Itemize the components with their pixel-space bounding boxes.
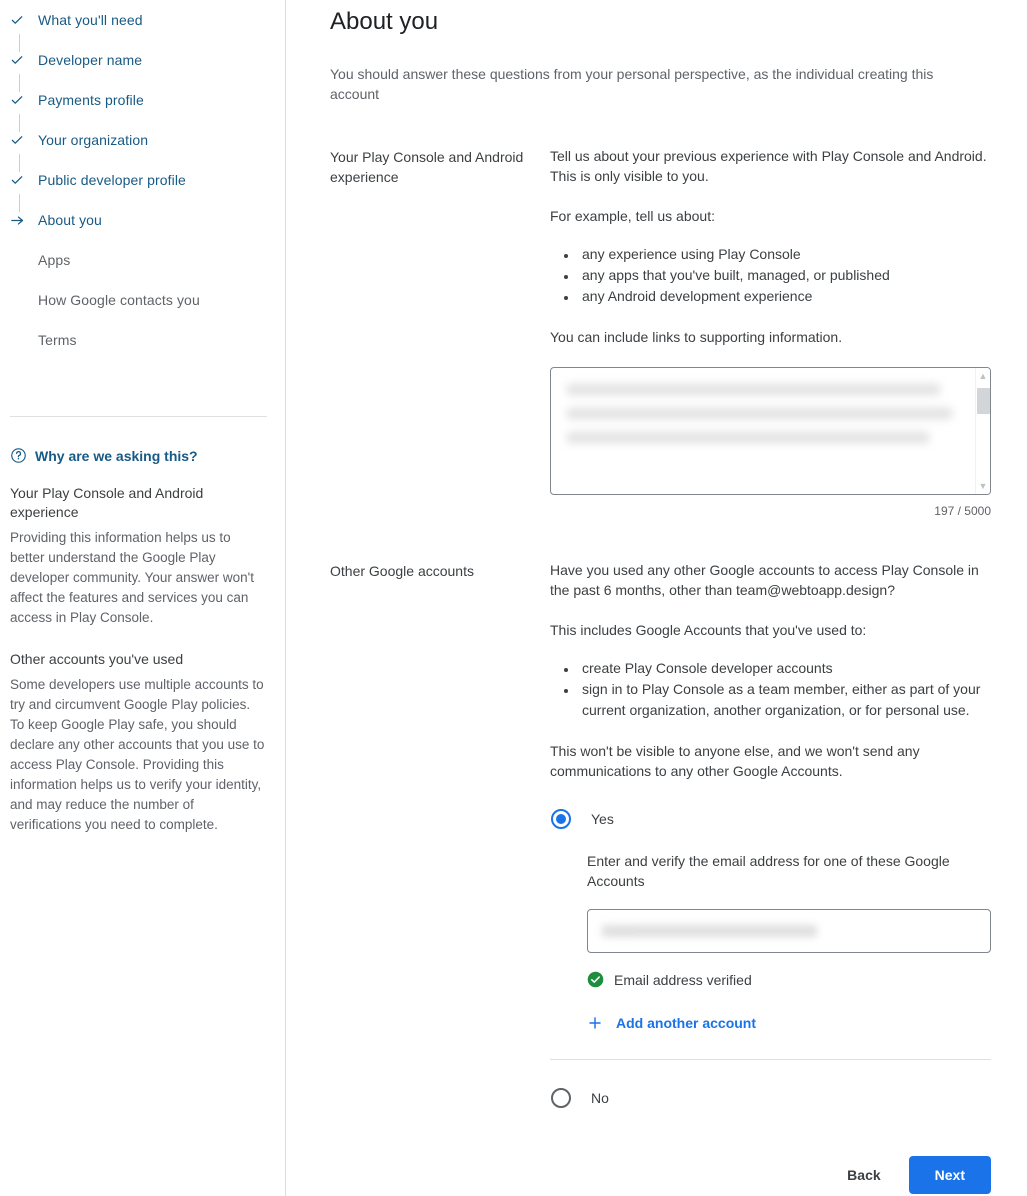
radio-no-control[interactable] bbox=[551, 1088, 571, 1108]
list-item: any experience using Play Console bbox=[578, 244, 992, 265]
list-item: any apps that you've built, managed, or … bbox=[578, 265, 992, 286]
step-list: What you'll need Developer name Payments… bbox=[0, 0, 285, 360]
sidebar-item-how-google-contacts-you[interactable]: How Google contacts you bbox=[0, 280, 285, 320]
check-circle-icon bbox=[587, 971, 604, 988]
other-accounts-section: Other Google accounts Have you used any … bbox=[330, 560, 1027, 1194]
add-another-account-label: Add another account bbox=[616, 1015, 757, 1031]
help-panel-title[interactable]: Why are we asking this? bbox=[10, 447, 267, 464]
check-icon bbox=[10, 133, 34, 147]
radio-no[interactable]: No bbox=[550, 1088, 992, 1108]
help-panel: Why are we asking this? Your Play Consol… bbox=[0, 417, 285, 835]
list-item: create Play Console developer accounts bbox=[578, 658, 992, 679]
experience-intro: Tell us about your previous experience w… bbox=[550, 148, 987, 184]
other-accounts-body: Have you used any other Google accounts … bbox=[550, 560, 992, 1194]
sidebar: What you'll need Developer name Payments… bbox=[0, 0, 286, 1196]
sidebar-item-what-youll-need[interactable]: What you'll need bbox=[0, 0, 285, 52]
step-label: How Google contacts you bbox=[38, 292, 200, 308]
experience-section: Your Play Console and Android experience… bbox=[330, 146, 1027, 518]
radio-yes[interactable]: Yes bbox=[550, 809, 992, 829]
scrollbar-thumb[interactable] bbox=[977, 388, 990, 414]
character-counter: 197 / 5000 bbox=[934, 504, 991, 518]
sidebar-item-your-organization[interactable]: Your organization bbox=[0, 120, 285, 172]
main-content: About you You should answer these questi… bbox=[286, 0, 1027, 1196]
email-verified-status: Email address verified bbox=[587, 971, 992, 988]
check-icon bbox=[10, 53, 34, 67]
page-root: What you'll need Developer name Payments… bbox=[0, 0, 1027, 1196]
experience-example-list: any experience using Play Console any ap… bbox=[550, 244, 992, 307]
step-label: Terms bbox=[38, 332, 77, 348]
plus-icon bbox=[587, 1015, 603, 1031]
radio-yes-control[interactable] bbox=[551, 809, 571, 829]
step-label: Public developer profile bbox=[38, 172, 186, 188]
radio-yes-label: Yes bbox=[591, 811, 614, 827]
help-section-body: Some developers use multiple accounts to… bbox=[10, 677, 265, 832]
step-label: Apps bbox=[38, 252, 71, 268]
page-subtitle: You should answer these questions from y… bbox=[330, 66, 934, 102]
email-verified-label: Email address verified bbox=[614, 971, 752, 988]
next-button[interactable]: Next bbox=[908, 1156, 991, 1194]
experience-body: Tell us about your previous experience w… bbox=[550, 146, 992, 518]
help-section-heading: Other accounts you've used bbox=[10, 651, 184, 667]
back-button[interactable]: Back bbox=[831, 1157, 896, 1193]
step-label: Your organization bbox=[38, 132, 149, 148]
email-field[interactable] bbox=[587, 909, 991, 953]
sidebar-item-payments-profile[interactable]: Payments profile bbox=[0, 80, 285, 132]
arrow-right-icon bbox=[10, 213, 34, 228]
other-accounts-includes-list: create Play Console developer accounts s… bbox=[550, 658, 992, 721]
help-circle-icon bbox=[10, 447, 27, 464]
list-item: sign in to Play Console as a team member… bbox=[578, 679, 992, 721]
help-panel-title-text: Why are we asking this? bbox=[35, 447, 198, 464]
help-section-heading: Your Play Console and Android experience bbox=[10, 485, 204, 520]
scrollbar-track[interactable] bbox=[976, 384, 990, 478]
page-title: About you bbox=[330, 8, 439, 35]
step-label: What you'll need bbox=[38, 12, 143, 28]
experience-label: Your Play Console and Android experience bbox=[330, 149, 524, 185]
experience-textarea[interactable]: ▲ ▼ bbox=[550, 367, 991, 495]
sidebar-item-developer-name[interactable]: Developer name bbox=[0, 40, 285, 92]
email-hint: Enter and verify the email address for o… bbox=[587, 853, 950, 889]
other-accounts-question: Have you used any other Google accounts … bbox=[550, 562, 979, 598]
redacted-email bbox=[602, 925, 817, 937]
redacted-text bbox=[567, 384, 956, 456]
radio-no-label: No bbox=[591, 1090, 609, 1106]
step-label: Developer name bbox=[38, 52, 143, 68]
help-section-body: Providing this information helps us to b… bbox=[10, 530, 254, 625]
other-accounts-includes-intro: This includes Google Accounts that you'v… bbox=[550, 622, 867, 638]
answer-divider bbox=[550, 1059, 991, 1060]
sidebar-item-terms[interactable]: Terms bbox=[0, 320, 285, 360]
experience-example-intro: For example, tell us about: bbox=[550, 208, 715, 224]
add-another-account-button[interactable]: Add another account bbox=[587, 1015, 756, 1031]
check-icon bbox=[10, 93, 34, 107]
check-icon bbox=[10, 173, 34, 187]
sidebar-item-public-developer-profile[interactable]: Public developer profile bbox=[0, 160, 285, 212]
other-accounts-privacy-note: This won't be visible to anyone else, an… bbox=[550, 743, 920, 779]
scroll-up-icon[interactable]: ▲ bbox=[976, 368, 991, 384]
yes-panel: Enter and verify the email address for o… bbox=[587, 851, 992, 1031]
sidebar-item-about-you[interactable]: About you bbox=[0, 200, 285, 240]
step-label: Payments profile bbox=[38, 92, 144, 108]
experience-links-note: You can include links to supporting info… bbox=[550, 329, 843, 345]
step-label: About you bbox=[38, 212, 102, 228]
other-accounts-label: Other Google accounts bbox=[330, 563, 474, 579]
check-icon bbox=[10, 13, 34, 27]
list-item: any Android development experience bbox=[578, 286, 992, 307]
textarea-scrollbar[interactable]: ▲ ▼ bbox=[975, 368, 990, 494]
scroll-down-icon[interactable]: ▼ bbox=[976, 478, 991, 494]
sidebar-item-apps[interactable]: Apps bbox=[0, 240, 285, 280]
form-actions: Back Next bbox=[550, 1156, 991, 1194]
